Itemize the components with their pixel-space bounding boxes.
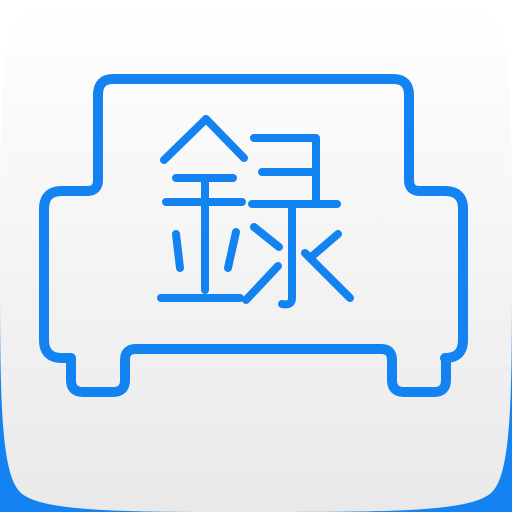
app-icon-graphic bbox=[0, 0, 512, 512]
app-icon[interactable]: 録 bbox=[0, 0, 512, 512]
